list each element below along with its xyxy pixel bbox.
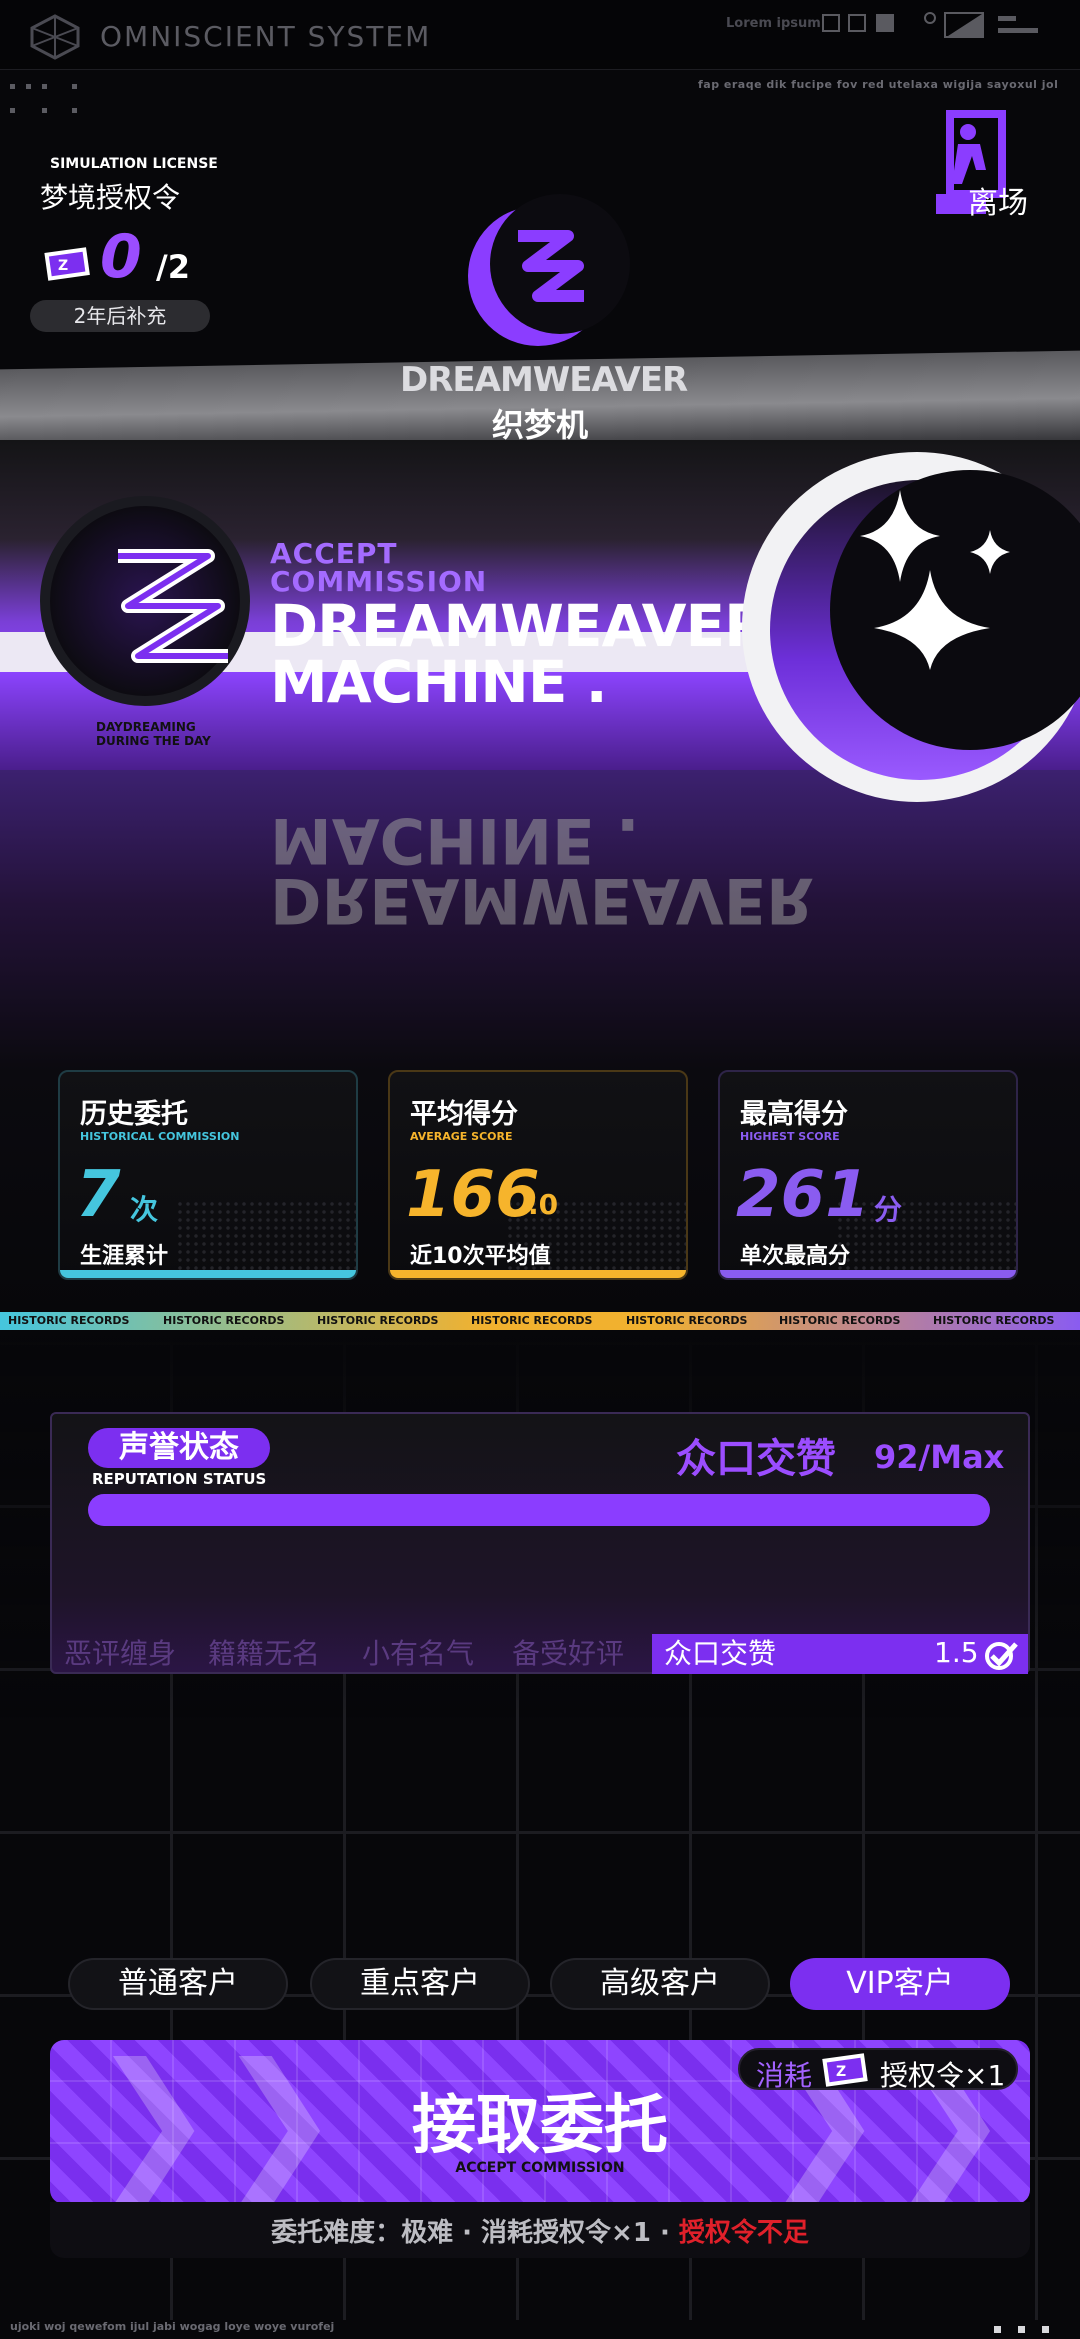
stat-unit: 分 bbox=[874, 1193, 903, 1226]
diagonal-panel-icon bbox=[944, 12, 984, 38]
emblem-tag: DAYDREAMING DURING THE DAY bbox=[96, 720, 211, 748]
check-icon bbox=[985, 1642, 1018, 1670]
license-insufficient-warning: 授权令不足 bbox=[678, 2218, 809, 2248]
filled-square-icon bbox=[876, 14, 894, 32]
square-outline-icon bbox=[822, 14, 840, 32]
historic-records-label: HISTORIC RECORDS bbox=[626, 1314, 748, 1327]
reputation-segment: 小有名气 bbox=[362, 1637, 475, 1670]
hero-reflection-text: DREAMWEAVER MACHINE . bbox=[270, 804, 814, 937]
brand-name: DREAMWEAVER bbox=[400, 360, 688, 400]
cost-value: 授权令×1 bbox=[880, 2059, 1006, 2092]
sleep-z-moon-icon bbox=[518, 230, 584, 302]
stat-card-highest: 最高得分 HIGHEST SCORE 261 分 单次最高分 bbox=[718, 1070, 1018, 1280]
reputation-segment: 恶评缠身 bbox=[64, 1637, 177, 1670]
historic-records-label: HISTORIC RECORDS bbox=[779, 1314, 901, 1327]
difficulty-text: 委托难度：极难 · 消耗授权令×1 · 授权令不足 bbox=[271, 2218, 809, 2248]
license-ticket-icon: Z bbox=[822, 2053, 868, 2087]
brand-name-cn: 织梦机 bbox=[491, 406, 588, 444]
footer-dot bbox=[1042, 2326, 1049, 2333]
historic-records-label: HISTORIC RECORDS bbox=[163, 1314, 285, 1327]
reputation-label: 声誉状态 bbox=[88, 1428, 270, 1468]
svg-text:Z: Z bbox=[58, 258, 68, 274]
exit-button[interactable]: 离场 bbox=[968, 178, 1028, 222]
historic-records-label: HISTORIC RECORDS bbox=[933, 1314, 1055, 1327]
reputation-multiplier: 1.5 bbox=[934, 1636, 979, 1669]
top-lorem-text: Lorem ipsum bbox=[726, 16, 821, 31]
license-total: /2 bbox=[156, 248, 190, 286]
gibberish-text: fap eraqe dik fucipe fov red utelaxa wig… bbox=[698, 78, 1059, 91]
footer-dot bbox=[994, 2326, 1001, 2333]
accept-commission-label-en: ACCEPT COMMISSION bbox=[455, 2160, 625, 2176]
z-emblem-icon bbox=[118, 549, 228, 663]
license-ticket-icon: Z bbox=[44, 247, 90, 281]
reputation-segment: 籍籍无名 bbox=[208, 1637, 321, 1670]
stat-footnote: 生涯累计 bbox=[80, 1244, 169, 1269]
tier-button-normal[interactable]: 普通客户 bbox=[68, 1958, 288, 2010]
stat-card-historical: 历史委托 HISTORICAL COMMISSION 7 次 生涯累计 bbox=[58, 1070, 358, 1280]
footer-gibberish: ujoki woj qewefom ijul jabi wogag loye w… bbox=[10, 2320, 335, 2333]
tier-button-vip[interactable]: VIP客户 bbox=[790, 1958, 1010, 2010]
license-refill-badge: 2年后补充 bbox=[30, 300, 210, 332]
license-label-cn: 梦境授权令 bbox=[40, 181, 181, 214]
stat-value: 7 bbox=[76, 1158, 121, 1232]
stat-subtitle: HIGHEST SCORE bbox=[740, 1130, 840, 1143]
license-count: 0 bbox=[100, 222, 142, 292]
reputation-segment: 备受好评 bbox=[512, 1637, 625, 1670]
historic-records-label: HISTORIC RECORDS bbox=[317, 1314, 439, 1327]
reputation-progress-fill bbox=[88, 1494, 990, 1526]
reputation-status: 众口交赞 bbox=[676, 1436, 836, 1482]
stat-title: 历史委托 bbox=[80, 1099, 188, 1130]
close-box-icon bbox=[848, 14, 866, 32]
system-logo-icon bbox=[30, 14, 80, 60]
system-title: OMNISCIENT SYSTEM bbox=[100, 20, 432, 53]
historic-records-label: HISTORIC RECORDS bbox=[471, 1314, 593, 1327]
stat-subtitle: AVERAGE SCORE bbox=[410, 1130, 513, 1143]
reputation-score: 92/Max bbox=[874, 1438, 1005, 1476]
stat-unit: 次 bbox=[130, 1193, 159, 1226]
star-sparkle-icon bbox=[860, 490, 1010, 670]
license-label-en: SIMULATION LICENSE bbox=[50, 156, 218, 172]
historic-records-label: HISTORIC RECORDS bbox=[8, 1314, 130, 1327]
svg-text:Z: Z bbox=[836, 2064, 846, 2080]
stat-value: 261 bbox=[736, 1158, 870, 1232]
stat-subtitle: HISTORICAL COMMISSION bbox=[80, 1130, 240, 1143]
hero-title: DREAMWEAVER MACHINE . bbox=[270, 592, 769, 716]
stat-footnote: 单次最高分 bbox=[740, 1244, 851, 1269]
tier-button-key[interactable]: 重点客户 bbox=[310, 1958, 530, 2010]
stat-value: 166 bbox=[406, 1158, 540, 1232]
registered-icon bbox=[924, 12, 936, 24]
stat-card-average: 平均得分 AVERAGE SCORE 166 .0 近10次平均值 bbox=[388, 1070, 688, 1280]
stat-title: 最高得分 bbox=[740, 1099, 848, 1130]
stat-footnote: 近10次平均值 bbox=[410, 1244, 551, 1269]
hero-accept-subtitle: ACCEPT COMMISSION bbox=[270, 537, 488, 598]
footer-dot bbox=[1018, 2326, 1025, 2333]
stat-decimal: .0 bbox=[528, 1188, 559, 1221]
cost-label: 消耗 bbox=[756, 2059, 813, 2092]
tier-button-senior[interactable]: 高级客户 bbox=[550, 1958, 770, 2010]
reputation-label-en: REPUTATION STATUS bbox=[92, 1470, 267, 1488]
stat-title: 平均得分 bbox=[410, 1099, 518, 1130]
menu-lines-icon[interactable] bbox=[998, 14, 1038, 36]
